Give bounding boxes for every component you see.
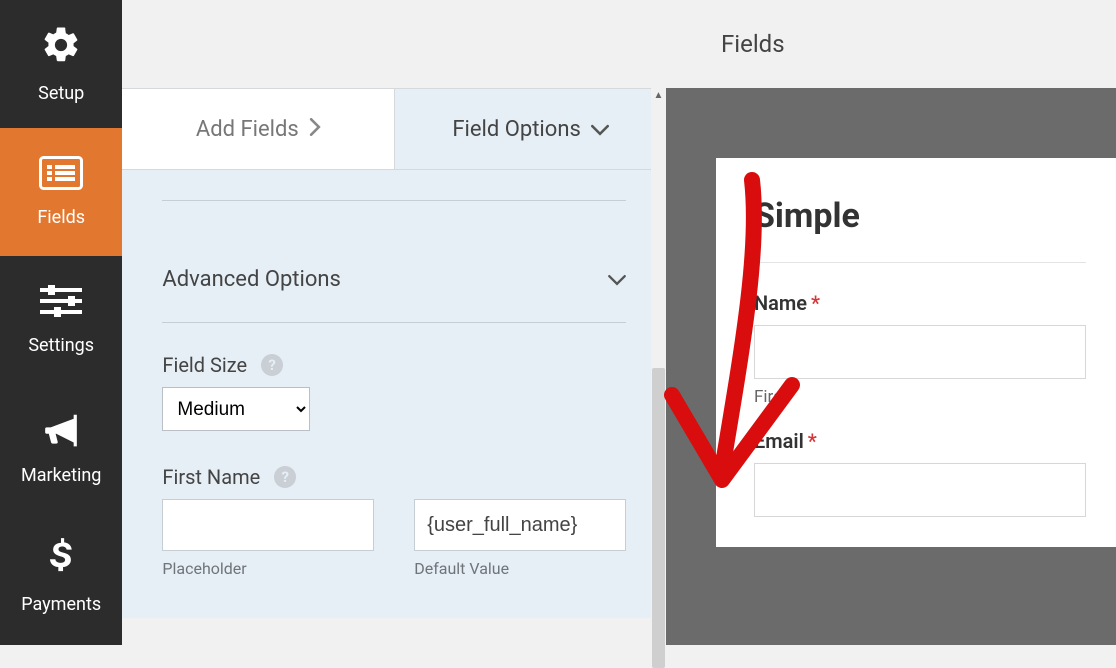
nav-label: Payments bbox=[21, 594, 101, 615]
tab-add-fields[interactable]: Add Fields bbox=[122, 89, 394, 169]
nav-label: Setup bbox=[38, 83, 84, 104]
nav-settings[interactable]: Settings bbox=[0, 256, 122, 384]
name-sublabel: First bbox=[754, 387, 1086, 407]
field-label: Name bbox=[754, 291, 807, 315]
bullhorn-icon bbox=[40, 410, 82, 453]
advanced-options-toggle[interactable]: Advanced Options bbox=[162, 231, 626, 292]
sliders-icon bbox=[40, 284, 82, 323]
preview-title: Fields bbox=[721, 30, 785, 58]
preview-pane: Fields Simple Name * First Email * bbox=[666, 0, 1116, 645]
help-icon[interactable]: ? bbox=[274, 466, 296, 488]
tab-label: Field Options bbox=[452, 117, 580, 142]
field-size-label: Field Size bbox=[162, 353, 247, 377]
options-panel: Add Fields Field Options Advanced Option… bbox=[122, 0, 666, 645]
default-value-sublabel: Default Value bbox=[414, 559, 626, 578]
nav-label: Marketing bbox=[21, 465, 101, 486]
tab-label: Add Fields bbox=[196, 117, 299, 142]
preview-canvas: Simple Name * First Email * bbox=[666, 88, 1116, 645]
nav-payments[interactable]: Payments bbox=[0, 512, 122, 640]
field-label: Email bbox=[754, 429, 804, 453]
nav-label: Fields bbox=[37, 207, 85, 228]
left-nav: Setup Fields bbox=[0, 0, 122, 645]
help-icon[interactable]: ? bbox=[261, 354, 283, 376]
fields-icon bbox=[39, 156, 83, 195]
nav-marketing[interactable]: Marketing bbox=[0, 384, 122, 512]
form-card: Simple Name * First Email * bbox=[716, 158, 1116, 547]
chevron-down-icon bbox=[591, 117, 609, 142]
field-size-row: Field Size ? bbox=[162, 353, 626, 377]
default-value-input[interactable] bbox=[414, 499, 626, 551]
first-name-label: First Name bbox=[162, 465, 260, 489]
form-field-name[interactable]: Name * First bbox=[754, 291, 1086, 407]
required-mark: * bbox=[808, 429, 817, 453]
name-input[interactable] bbox=[754, 325, 1086, 379]
form-field-email[interactable]: Email * bbox=[754, 429, 1086, 517]
gear-icon bbox=[40, 24, 82, 71]
nav-label: Settings bbox=[28, 335, 94, 356]
nav-fields[interactable]: Fields bbox=[0, 128, 122, 256]
scroll-up-icon[interactable]: ▲ bbox=[651, 88, 666, 102]
divider bbox=[162, 322, 626, 323]
divider bbox=[162, 200, 626, 201]
nav-setup[interactable]: Setup bbox=[0, 0, 122, 128]
scrollbar-track[interactable]: ▲ bbox=[651, 88, 666, 645]
panel-header-spacer bbox=[122, 0, 666, 88]
panel-body: Advanced Options Field Size ? Medium Fir… bbox=[122, 170, 666, 618]
tab-field-options[interactable]: Field Options bbox=[394, 89, 666, 169]
advanced-label: Advanced Options bbox=[162, 267, 341, 292]
email-input[interactable] bbox=[754, 463, 1086, 517]
dollar-icon bbox=[50, 537, 72, 582]
scrollbar-thumb[interactable] bbox=[652, 368, 665, 668]
first-name-row: First Name ? bbox=[162, 465, 626, 489]
panel-tabs: Add Fields Field Options bbox=[122, 88, 666, 170]
chevron-down-icon bbox=[608, 267, 626, 292]
placeholder-sublabel: Placeholder bbox=[162, 559, 374, 578]
placeholder-input[interactable] bbox=[162, 499, 374, 551]
form-title: Simple bbox=[754, 196, 1086, 263]
preview-header: Fields bbox=[666, 0, 1116, 88]
chevron-right-icon bbox=[309, 117, 321, 142]
field-size-select[interactable]: Medium bbox=[162, 387, 310, 431]
required-mark: * bbox=[811, 291, 820, 315]
